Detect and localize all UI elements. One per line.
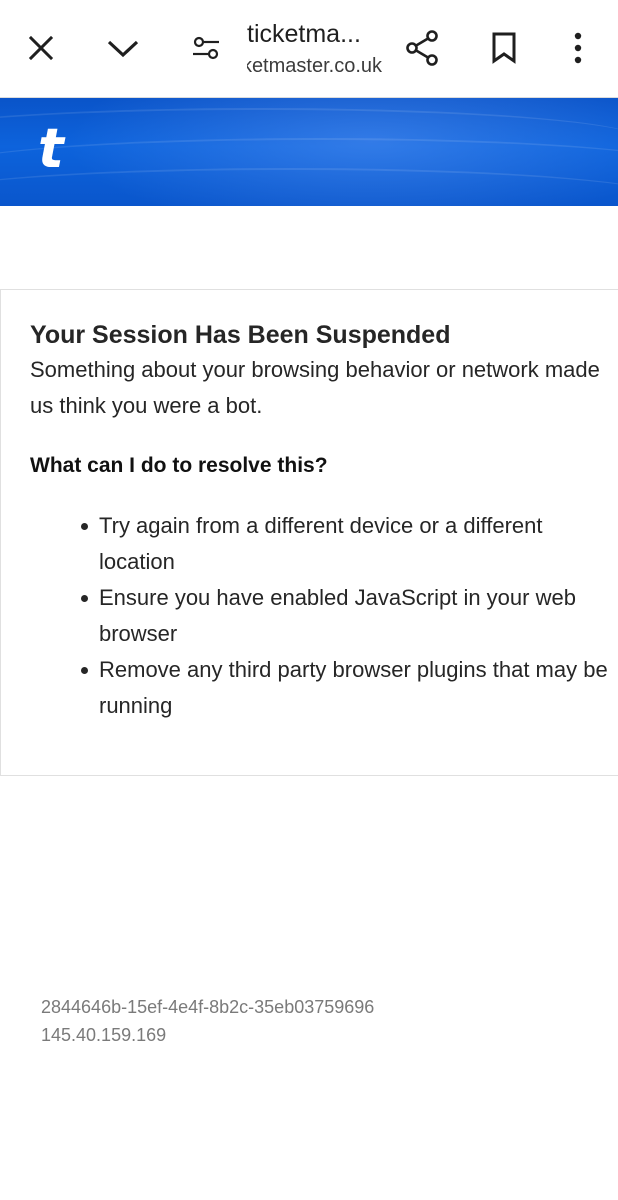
ticketmaster-logo[interactable]: t: [38, 114, 64, 184]
minimize-button[interactable]: [99, 24, 147, 72]
list-item: Remove any third party browser plugins t…: [81, 652, 614, 724]
close-button[interactable]: [17, 24, 65, 72]
list-item: Try again from a different device or a d…: [81, 508, 614, 580]
bookmark-button[interactable]: [480, 24, 528, 72]
resolution-tips-list: Try again from a different device or a d…: [81, 508, 614, 724]
request-id: 2844646b-15ef-4e4f-8b2c-35eb03759696: [41, 997, 375, 1017]
card-body: Something about your browsing behavior o…: [30, 357, 600, 418]
page-url: ticketmaster.co.uk: [247, 55, 382, 77]
close-icon: [28, 35, 54, 61]
banner-wave: [0, 168, 618, 206]
list-item: Ensure you have enabled JavaScript in yo…: [81, 580, 614, 652]
bookmark-icon: [492, 32, 516, 64]
share-button[interactable]: [398, 24, 446, 72]
tune-icon: [193, 36, 219, 60]
brand-banner: t: [0, 98, 618, 206]
suspension-card: Your Session Has Been Suspended Somethin…: [0, 289, 618, 776]
card-heading: Your Session Has Been Suspended: [30, 321, 451, 349]
page-title-block[interactable]: ticketma... ticketmaster.co.uk: [247, 18, 387, 80]
chevron-down-icon: [107, 40, 139, 58]
ip-address: 145.40.159.169: [41, 1025, 167, 1045]
more-vert-icon: [574, 32, 582, 64]
reference-info: 2844646b-15ef-4e4f-8b2c-35eb03759696 145…: [41, 993, 374, 1049]
page-title: ticketma...: [247, 20, 361, 48]
site-settings-button[interactable]: [182, 24, 230, 72]
more-options-button[interactable]: [554, 24, 602, 72]
resolve-heading: What can I do to resolve this?: [30, 454, 328, 477]
share-icon: [406, 30, 438, 66]
custom-tab-toolbar: ticketma... ticketmaster.co.uk: [0, 0, 618, 98]
